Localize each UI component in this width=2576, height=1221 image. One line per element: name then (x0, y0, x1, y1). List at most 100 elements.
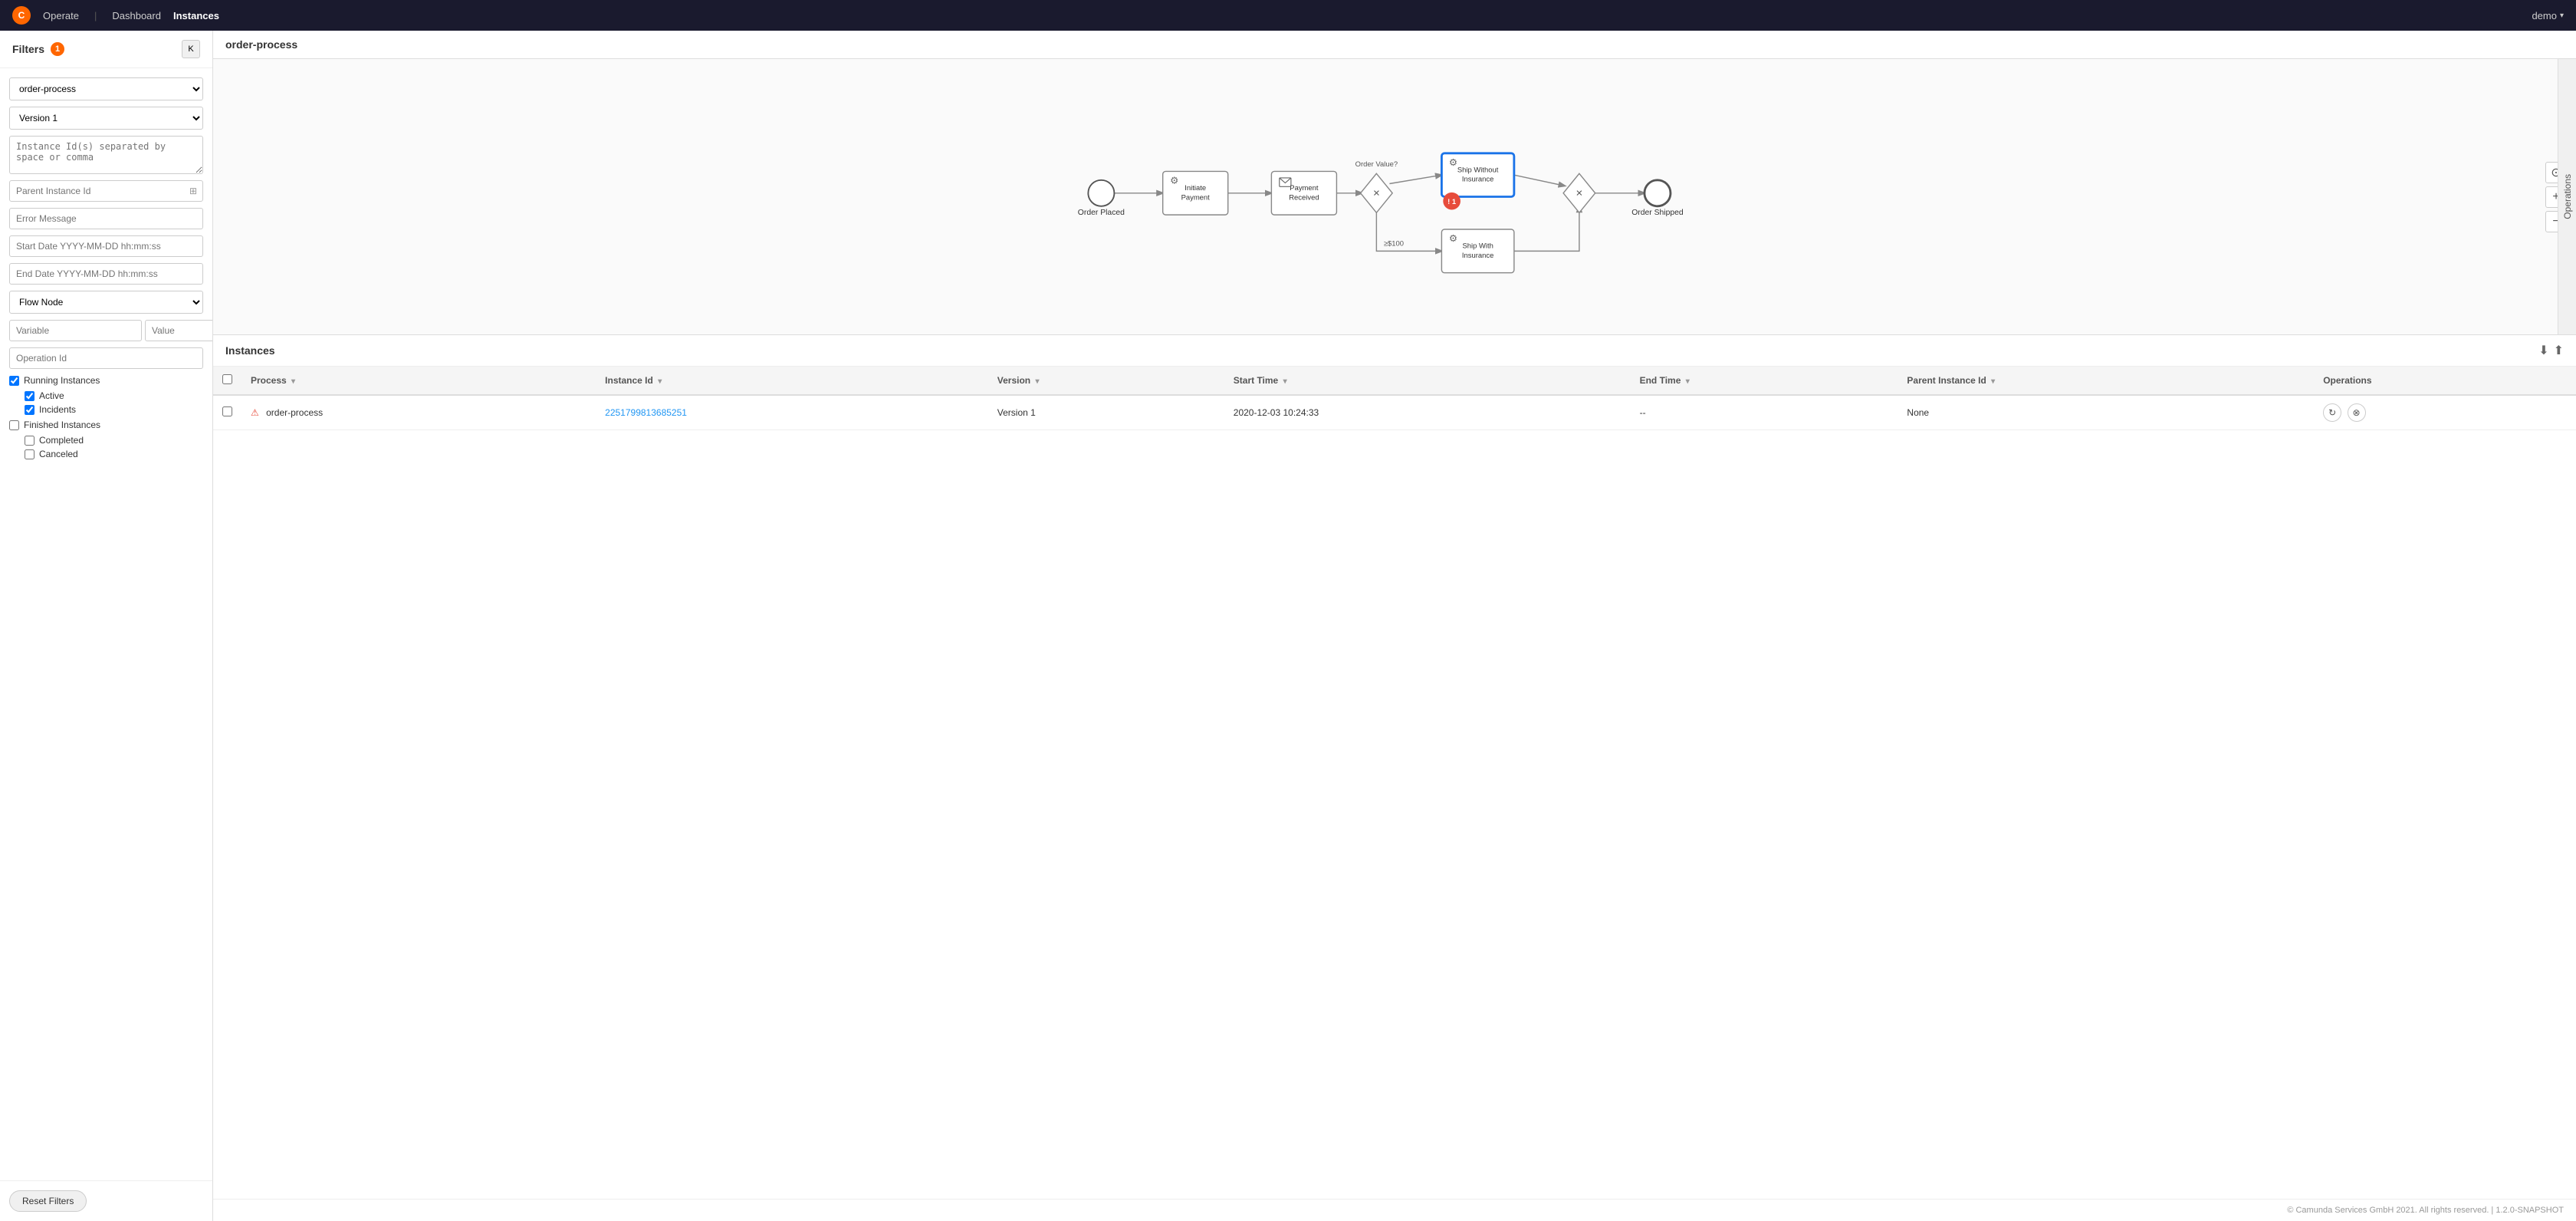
chevron-down-icon: ▾ (2560, 12, 2564, 20)
sort-end-icon: ▾ (1686, 377, 1690, 386)
flow-node-filter-select[interactable]: Flow Node (9, 291, 203, 314)
incident-count: ! 1 (1447, 198, 1456, 206)
cancel-operation-button[interactable]: ⊗ (2348, 403, 2366, 422)
row-instance-id-cell: 2251799813685251 (596, 395, 988, 430)
th-version[interactable]: Version ▾ (988, 367, 1224, 395)
th-process[interactable]: Process ▾ (242, 367, 596, 395)
sidebar-title: Filters 1 (12, 42, 64, 56)
parent-instance-filter[interactable] (9, 180, 203, 202)
canceled-checkbox-label[interactable]: Canceled (25, 449, 203, 459)
error-icon: ⚠ (251, 407, 259, 418)
flow-ship-with-to-gateway2 (1514, 206, 1579, 252)
end-event (1644, 180, 1671, 206)
task-payment-received-label2: Received (1289, 193, 1319, 202)
sidebar-collapse-button[interactable]: K (182, 40, 200, 58)
th-parent-instance[interactable]: Parent Instance Id ▾ (1898, 367, 2314, 395)
variable-name-input[interactable] (9, 320, 142, 341)
finished-sub-checkboxes: Completed Canceled (9, 435, 203, 459)
select-all-checkbox[interactable] (222, 374, 232, 384)
active-checkbox-label[interactable]: Active (25, 390, 203, 401)
diagram-area: ≥$100 Order Placed (213, 59, 2576, 335)
app-footer: © Camunda Services GmbH 2021. All rights… (213, 1199, 2576, 1221)
row-process-cell: ⚠ order-process (242, 395, 596, 430)
gateway-condition-label: ≥$100 (1384, 240, 1404, 248)
operations-tab[interactable]: Operations (2558, 59, 2576, 334)
row-start-time-cell: 2020-12-03 10:24:33 (1224, 395, 1631, 430)
th-end-time[interactable]: End Time ▾ (1631, 367, 1898, 395)
finished-instances-checkbox[interactable] (9, 420, 19, 430)
instances-section: Instances ⬇ ⬆ Process ▾ (213, 335, 2576, 1199)
incidents-checkbox-label[interactable]: Incidents (25, 404, 203, 415)
sort-start-icon: ▾ (1283, 377, 1287, 386)
th-instance-id[interactable]: Instance Id ▾ (596, 367, 988, 395)
sidebar-body: order-process Version 1 ⊞ Flow Node ⊞ (0, 68, 212, 1180)
task-ship-without-label2: Insurance (1462, 176, 1493, 184)
end-event-label: Order Shipped (1631, 209, 1684, 217)
th-select-all (213, 367, 242, 395)
variable-value-input[interactable] (145, 320, 213, 341)
sidebar-header: Filters 1 K (0, 31, 212, 68)
running-sub-checkboxes: Active Incidents (9, 390, 203, 415)
retry-operation-button[interactable]: ↻ (2323, 403, 2341, 422)
instances-actions: ⬇ ⬆ (2538, 343, 2564, 358)
app-name: Operate (43, 10, 79, 21)
bpmn-svg: ≥$100 Order Placed (213, 59, 2576, 334)
row-parent-instance-cell: None (1898, 395, 2314, 430)
error-message-filter[interactable] (9, 208, 203, 229)
gear-icon-3: ⚙ (1449, 233, 1457, 244)
process-header: order-process (213, 31, 2576, 59)
instances-title: Instances (225, 344, 275, 357)
app-logo: C (12, 6, 31, 25)
operations-tab-label: Operations (2562, 174, 2573, 219)
main-layout: Filters 1 K order-process Version 1 ⊞ Fl… (0, 31, 2576, 1221)
table-header-row: Process ▾ Instance Id ▾ Version ▾ Star (213, 367, 2576, 395)
completed-checkbox[interactable] (25, 436, 34, 446)
instance-ids-filter[interactable] (9, 136, 203, 174)
sidebar-footer: Reset Filters (0, 1180, 212, 1221)
table-row: ⚠ order-process 2251799813685251 Version… (213, 395, 2576, 430)
content-area: order-process ≥$100 (213, 31, 2576, 1221)
th-start-time[interactable]: Start Time ▾ (1224, 367, 1631, 395)
process-name: order-process (225, 38, 297, 51)
row-version-cell: Version 1 (988, 395, 1224, 430)
active-checkbox[interactable] (25, 391, 34, 401)
sort-instance-icon: ▾ (658, 377, 662, 386)
row-end-time-cell: -- (1631, 395, 1898, 430)
nav-dashboard[interactable]: Dashboard (112, 10, 161, 21)
sort-process-icon: ▾ (291, 377, 295, 386)
top-navigation: C Operate | Dashboard Instances demo ▾ (0, 0, 2576, 31)
incidents-checkbox[interactable] (25, 405, 34, 415)
parent-instance-icon: ⊞ (189, 186, 197, 196)
nav-instances[interactable]: Instances (173, 10, 219, 21)
finished-instances-checkbox-label[interactable]: Finished Instances (9, 420, 203, 430)
collapse-instances-button[interactable]: ⬇ (2538, 343, 2548, 358)
task-initiate-payment-label1: Initiate (1184, 184, 1206, 193)
nav-user-menu[interactable]: demo ▾ (2532, 10, 2564, 21)
reset-filters-button[interactable]: Reset Filters (9, 1190, 87, 1212)
row-operations-cell: ↻ ⊗ (2314, 395, 2576, 430)
operation-id-filter[interactable] (9, 347, 203, 369)
running-instances-checkbox-label[interactable]: Running Instances (9, 375, 203, 386)
task-ship-with-label2: Insurance (1462, 252, 1493, 260)
process-filter-select[interactable]: order-process (9, 77, 203, 100)
gear-icon: ⚙ (1170, 175, 1178, 186)
row-select-cell (213, 395, 242, 430)
canceled-checkbox[interactable] (25, 449, 34, 459)
completed-checkbox-label[interactable]: Completed (25, 435, 203, 446)
instances-table: Process ▾ Instance Id ▾ Version ▾ Star (213, 367, 2576, 430)
start-event (1088, 180, 1114, 206)
instance-id-link[interactable]: 2251799813685251 (605, 407, 687, 418)
gear-icon-2: ⚙ (1449, 157, 1457, 168)
task-payment-received-label1: Payment (1290, 184, 1319, 193)
version-filter-select[interactable]: Version 1 (9, 107, 203, 130)
row-select-checkbox[interactable] (222, 406, 232, 416)
parent-instance-filter-wrap: ⊞ (9, 180, 203, 202)
variable-filter-row: ⊞ (9, 320, 203, 341)
running-instances-checkbox[interactable] (9, 376, 19, 386)
end-date-filter[interactable] (9, 263, 203, 285)
expand-instances-button[interactable]: ⬆ (2554, 343, 2564, 358)
start-event-label: Order Placed (1078, 209, 1125, 217)
start-date-filter[interactable] (9, 235, 203, 257)
x-mark2: × (1576, 187, 1582, 200)
sort-version-icon: ▾ (1035, 377, 1039, 386)
